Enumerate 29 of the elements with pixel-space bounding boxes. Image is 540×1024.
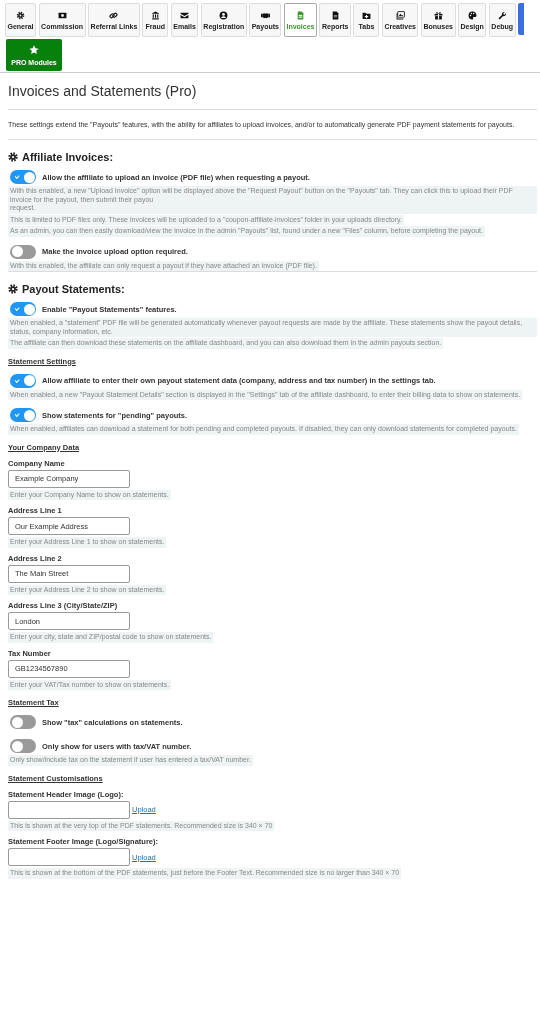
gear-icon <box>16 10 26 20</box>
link-icon <box>109 10 119 20</box>
palette-icon <box>467 10 477 20</box>
partial-tab[interactable] <box>518 3 525 35</box>
toggle-switch[interactable] <box>10 302 36 316</box>
images-icon <box>395 10 405 20</box>
gear-icon <box>8 284 18 294</box>
document-icon <box>330 10 340 20</box>
toggle-switch[interactable] <box>10 715 36 729</box>
input-field[interactable] <box>8 800 130 819</box>
input-field[interactable] <box>8 848 130 866</box>
bank-icon <box>150 10 160 20</box>
section-heading: Affiliate Invoices: <box>22 150 114 164</box>
star-icon <box>29 44 39 55</box>
user-icon <box>219 10 229 20</box>
section-heading: Payout Statements: <box>22 282 125 296</box>
folder-plus-icon <box>361 10 371 20</box>
toggle-switch[interactable] <box>10 244 36 259</box>
document-icon <box>295 10 305 20</box>
gift-icon <box>433 10 443 20</box>
toggle-switch[interactable] <box>10 373 36 388</box>
cash-icon <box>57 10 67 20</box>
gear-icon <box>8 152 18 162</box>
toggle-switch[interactable] <box>10 170 36 184</box>
envelope-icon <box>180 10 190 20</box>
toggle-switch[interactable] <box>10 739 36 753</box>
page-title: Invoices and Statements (Pro) <box>8 83 198 100</box>
wrench-icon <box>497 10 507 20</box>
toggle-switch[interactable] <box>10 408 36 422</box>
